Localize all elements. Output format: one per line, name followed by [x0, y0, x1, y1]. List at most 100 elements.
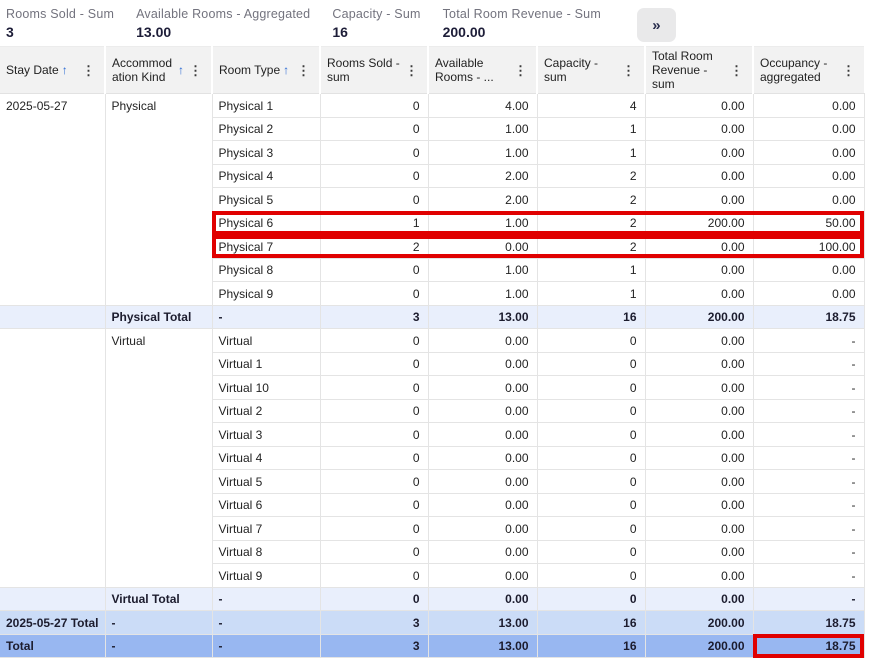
cell-value[interactable]: 0 — [320, 564, 428, 588]
cell-value[interactable]: 0 — [537, 564, 645, 588]
cell-value[interactable]: 2.00 — [428, 188, 537, 212]
cell-value[interactable]: 0.00 — [645, 517, 753, 541]
cell-label[interactable] — [0, 446, 105, 470]
column-header-total-room-revenue-sum[interactable]: Total Room Revenue - sum⋮ — [645, 47, 753, 94]
column-menu-icon[interactable]: ⋮ — [187, 64, 209, 77]
cell-label[interactable]: Virtual 4 — [212, 446, 320, 470]
cell-value[interactable]: 0.00 — [645, 540, 753, 564]
cell-label[interactable] — [105, 258, 212, 282]
cell-label[interactable] — [0, 188, 105, 212]
cell-value[interactable]: 0.00 — [428, 587, 537, 611]
cell-value[interactable]: 0 — [320, 399, 428, 423]
cell-value[interactable]: 1.00 — [428, 141, 537, 165]
cell-label[interactable] — [105, 399, 212, 423]
cell-label[interactable]: Physical 9 — [212, 282, 320, 306]
cell-value[interactable]: 0 — [320, 94, 428, 118]
cell-label[interactable]: Physical — [105, 94, 212, 118]
column-header-available-rooms[interactable]: Available Rooms - ...⋮ — [428, 47, 537, 94]
cell-label[interactable] — [0, 305, 105, 329]
cell-value[interactable]: 0 — [320, 141, 428, 165]
expand-button[interactable]: » — [637, 8, 676, 42]
cell-value[interactable]: 0.00 — [428, 423, 537, 447]
cell-value[interactable]: 200.00 — [645, 211, 753, 235]
cell-label[interactable] — [105, 564, 212, 588]
cell-value[interactable]: 0 — [320, 470, 428, 494]
cell-value[interactable]: 13.00 — [428, 305, 537, 329]
cell-value[interactable]: 0.00 — [645, 258, 753, 282]
cell-value[interactable]: 0 — [320, 282, 428, 306]
cell-label[interactable]: 2025-05-27 — [0, 94, 105, 118]
cell-value[interactable]: 2 — [537, 164, 645, 188]
cell-label[interactable] — [105, 423, 212, 447]
cell-value[interactable]: - — [753, 493, 864, 517]
cell-value[interactable]: 0.00 — [428, 540, 537, 564]
cell-value[interactable]: - — [753, 446, 864, 470]
cell-label[interactable] — [105, 141, 212, 165]
cell-value[interactable]: 1 — [320, 211, 428, 235]
cell-value[interactable]: - — [753, 540, 864, 564]
cell-label[interactable] — [0, 399, 105, 423]
cell-label[interactable]: Physical 8 — [212, 258, 320, 282]
cell-value[interactable]: 16 — [537, 305, 645, 329]
cell-value[interactable]: 0.00 — [428, 352, 537, 376]
cell-label[interactable]: Virtual 1 — [212, 352, 320, 376]
cell-value[interactable]: - — [753, 329, 864, 353]
cell-label[interactable]: - — [212, 305, 320, 329]
cell-value[interactable]: 0.00 — [753, 164, 864, 188]
column-menu-icon[interactable]: ⋮ — [728, 64, 750, 77]
cell-label[interactable]: Physical 5 — [212, 188, 320, 212]
cell-label[interactable]: Virtual 9 — [212, 564, 320, 588]
cell-value[interactable]: 0 — [537, 446, 645, 470]
cell-value[interactable]: 2.00 — [428, 164, 537, 188]
cell-value[interactable]: 1 — [537, 258, 645, 282]
cell-value[interactable]: - — [753, 376, 864, 400]
cell-value[interactable]: 0 — [537, 587, 645, 611]
cell-value[interactable]: 0 — [320, 352, 428, 376]
cell-value[interactable]: 0.00 — [645, 470, 753, 494]
cell-label[interactable]: Virtual 8 — [212, 540, 320, 564]
cell-value[interactable]: 0.00 — [428, 446, 537, 470]
cell-label[interactable] — [105, 211, 212, 235]
cell-label[interactable]: Virtual Total — [105, 587, 212, 611]
cell-label[interactable] — [0, 258, 105, 282]
cell-value[interactable]: 200.00 — [645, 634, 753, 658]
cell-value[interactable]: 0.00 — [753, 258, 864, 282]
cell-value[interactable]: 0 — [537, 352, 645, 376]
column-menu-icon[interactable]: ⋮ — [512, 64, 534, 77]
cell-value[interactable]: 2 — [320, 235, 428, 259]
cell-value[interactable]: 0.00 — [428, 470, 537, 494]
sort-ascending-icon[interactable]: ↑ — [178, 63, 184, 77]
cell-label[interactable] — [105, 188, 212, 212]
cell-value[interactable]: 4.00 — [428, 94, 537, 118]
cell-value[interactable]: 0.00 — [645, 141, 753, 165]
cell-label[interactable] — [105, 470, 212, 494]
cell-label[interactable] — [0, 376, 105, 400]
cell-value[interactable]: - — [753, 399, 864, 423]
cell-value[interactable]: - — [753, 564, 864, 588]
cell-label[interactable]: Physical 2 — [212, 117, 320, 141]
cell-value[interactable]: 1.00 — [428, 211, 537, 235]
cell-label[interactable] — [0, 282, 105, 306]
cell-value[interactable]: 1 — [537, 282, 645, 306]
cell-label[interactable] — [0, 423, 105, 447]
cell-label[interactable]: - — [212, 611, 320, 635]
cell-value[interactable]: 2 — [537, 188, 645, 212]
cell-label[interactable]: - — [105, 634, 212, 658]
cell-value[interactable]: 100.00 — [753, 235, 864, 259]
cell-value[interactable]: 0 — [320, 493, 428, 517]
cell-label[interactable]: Virtual 3 — [212, 423, 320, 447]
cell-label[interactable] — [0, 564, 105, 588]
cell-label[interactable]: - — [212, 634, 320, 658]
cell-label[interactable] — [105, 282, 212, 306]
column-menu-icon[interactable]: ⋮ — [80, 64, 102, 77]
cell-value[interactable]: 13.00 — [428, 634, 537, 658]
cell-value[interactable]: 0.00 — [428, 376, 537, 400]
cell-value[interactable]: 0 — [537, 540, 645, 564]
cell-label[interactable] — [0, 211, 105, 235]
sort-ascending-icon[interactable]: ↑ — [62, 63, 68, 77]
cell-value[interactable]: - — [753, 587, 864, 611]
cell-value[interactable]: 2 — [537, 235, 645, 259]
cell-label[interactable]: Physical 3 — [212, 141, 320, 165]
cell-label[interactable] — [0, 470, 105, 494]
cell-value[interactable]: 0 — [320, 540, 428, 564]
